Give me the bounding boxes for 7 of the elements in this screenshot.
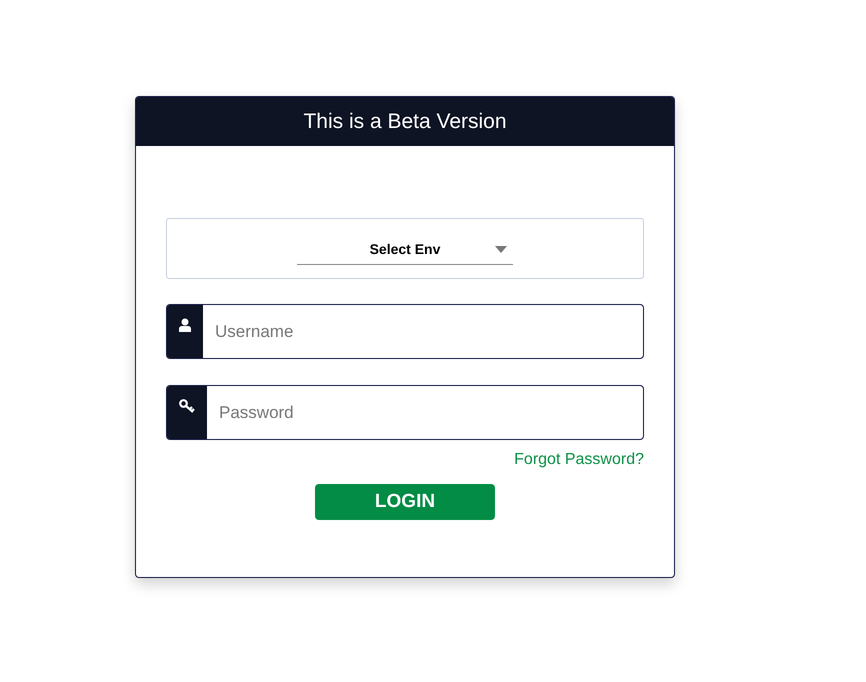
- caret-icon: [495, 246, 507, 252]
- forgot-password-link[interactable]: Forgot Password?: [514, 448, 644, 472]
- key-icon: [179, 399, 195, 413]
- user-icon: [179, 318, 191, 332]
- login-button[interactable]: LOGIN: [315, 484, 495, 520]
- header-title: This is a Beta Version: [303, 108, 507, 135]
- env-dropdown[interactable]: Select Env: [297, 234, 513, 264]
